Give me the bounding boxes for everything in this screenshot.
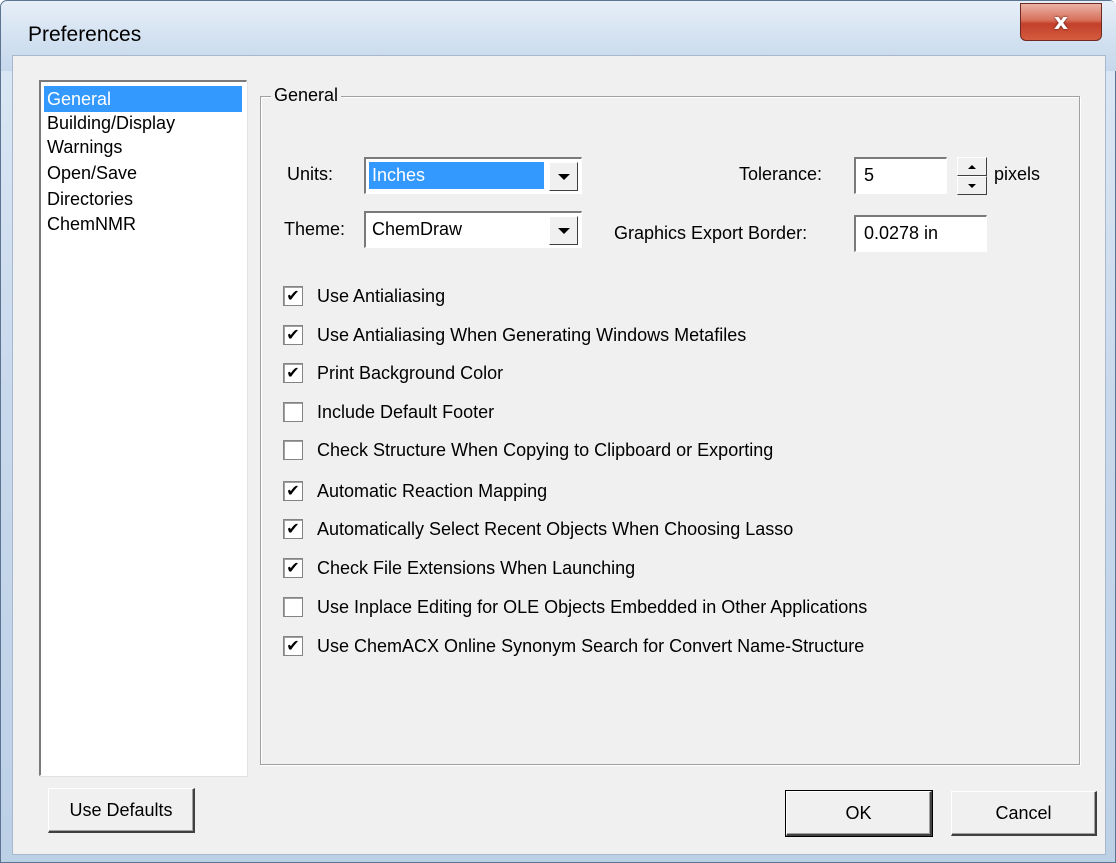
sidebar-item-general[interactable]: General: [44, 86, 242, 112]
checkbox-label: Use ChemACX Online Synonym Search for Co…: [317, 635, 865, 656]
window-title: Preferences: [28, 23, 142, 46]
theme-dropdown-button[interactable]: [549, 216, 578, 245]
theme-dropdown[interactable]: ChemDraw: [364, 211, 582, 248]
export-border-input[interactable]: 0.0278 in: [854, 215, 987, 252]
use-defaults-button[interactable]: Use Defaults: [48, 788, 195, 833]
ok-button[interactable]: OK: [785, 790, 933, 837]
units-label: Units:: [287, 164, 334, 184]
sidebar-item-warnings[interactable]: Warnings: [44, 134, 122, 160]
select-recent-checkbox[interactable]: ✔: [283, 519, 303, 539]
sidebar-item-directories[interactable]: Directories: [44, 186, 133, 212]
checkbox-label: Print Background Color: [317, 362, 504, 383]
checkbox-label: Use Inplace Editing for OLE Objects Embe…: [317, 596, 868, 617]
cancel-button[interactable]: Cancel: [951, 791, 1097, 836]
chemacx-search-checkbox[interactable]: ✔: [283, 636, 303, 656]
checkbox-label: Use Antialiasing When Generating Windows…: [317, 324, 747, 345]
inplace-editing-checkbox[interactable]: [283, 597, 303, 617]
checkbox-row-print-background[interactable]: ✔ Print Background Color: [283, 359, 503, 387]
close-button[interactable]: x: [1020, 3, 1102, 41]
checkbox-label: Use Antialiasing: [317, 285, 446, 306]
sidebar-item-open-save[interactable]: Open/Save: [44, 160, 137, 186]
chevron-down-icon: [557, 227, 570, 234]
groupbox-title: General: [271, 85, 342, 106]
units-selected-value: Inches: [369, 162, 544, 189]
theme-label: Theme:: [284, 219, 346, 239]
checkbox-row-antialiasing-metafiles[interactable]: ✔ Use Antialiasing When Generating Windo…: [283, 321, 746, 349]
checkbox-row-check-structure[interactable]: Check Structure When Copying to Clipboar…: [283, 436, 773, 464]
checkbox-row-select-recent[interactable]: ✔ Automatically Select Recent Objects Wh…: [283, 515, 793, 543]
spin-down-button[interactable]: [957, 176, 987, 195]
tolerance-unit: pixels: [994, 164, 1041, 184]
units-dropdown-button[interactable]: [549, 162, 578, 191]
reaction-mapping-checkbox[interactable]: ✔: [283, 481, 303, 501]
category-list[interactable]: General Building/Display Warnings Open/S…: [39, 80, 247, 776]
general-groupbox: [260, 96, 1080, 765]
antialiasing-metafiles-checkbox[interactable]: ✔: [283, 325, 303, 345]
tolerance-label: Tolerance:: [739, 164, 823, 184]
checkbox-row-antialiasing[interactable]: ✔ Use Antialiasing: [283, 282, 445, 310]
checkbox-label: Automatically Select Recent Objects When…: [317, 518, 794, 539]
checkbox-label: Automatic Reaction Mapping: [317, 480, 548, 501]
arrow-down-icon: [968, 183, 976, 188]
theme-selected-value: ChemDraw: [372, 219, 463, 239]
close-icon: x: [1053, 9, 1069, 35]
spin-up-button[interactable]: [957, 157, 987, 176]
sidebar-item-building-display[interactable]: Building/Display: [44, 110, 175, 136]
checkbox-row-reaction-mapping[interactable]: ✔ Automatic Reaction Mapping: [283, 477, 547, 505]
tolerance-spinner[interactable]: [957, 157, 987, 195]
default-footer-checkbox[interactable]: [283, 402, 303, 422]
file-extensions-checkbox[interactable]: ✔: [283, 558, 303, 578]
check-structure-checkbox[interactable]: [283, 440, 303, 460]
tolerance-input[interactable]: 5: [854, 157, 947, 194]
checkbox-row-chemacx-search[interactable]: ✔ Use ChemACX Online Synonym Search for …: [283, 632, 864, 660]
checkbox-row-file-extensions[interactable]: ✔ Check File Extensions When Launching: [283, 554, 635, 582]
checkbox-label: Check File Extensions When Launching: [317, 557, 636, 578]
print-background-checkbox[interactable]: ✔: [283, 363, 303, 383]
export-border-label: Graphics Export Border:: [614, 223, 808, 243]
sidebar-item-chemnmr[interactable]: ChemNMR: [44, 211, 136, 237]
checkbox-label: Check Structure When Copying to Clipboar…: [317, 439, 774, 460]
checkbox-row-default-footer[interactable]: Include Default Footer: [283, 398, 494, 426]
checkbox-row-inplace-editing[interactable]: Use Inplace Editing for OLE Objects Embe…: [283, 593, 867, 621]
arrow-up-icon: [968, 164, 976, 169]
chevron-down-icon: [557, 173, 570, 180]
checkbox-label: Include Default Footer: [317, 401, 495, 422]
units-dropdown[interactable]: Inches: [364, 157, 582, 194]
antialiasing-checkbox[interactable]: ✔: [283, 286, 303, 306]
dialog-window: Preferences x General Building/Display W…: [0, 0, 1116, 863]
